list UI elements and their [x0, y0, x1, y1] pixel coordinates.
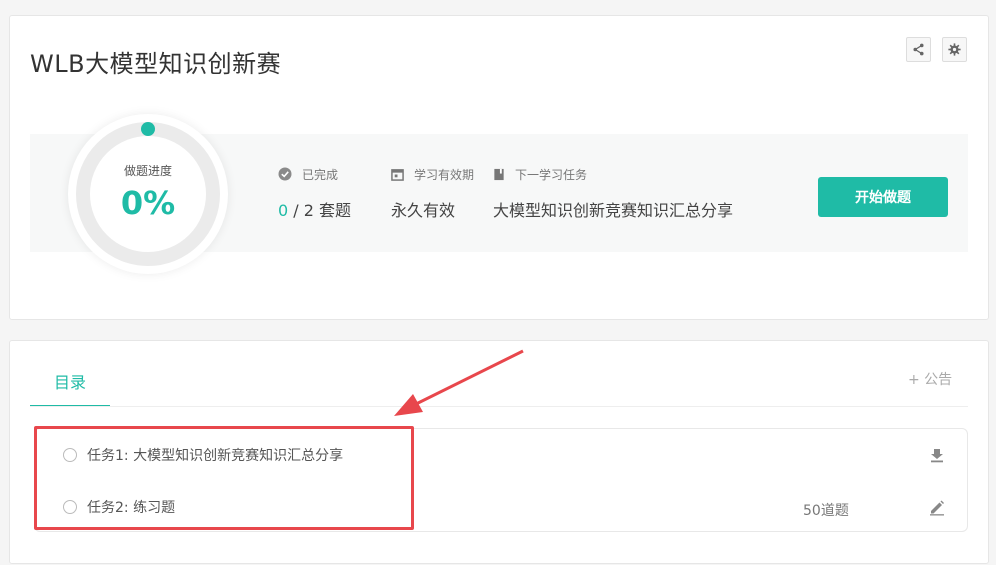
annotation-arrow-shaft: [409, 349, 524, 409]
task-title: 任务2: 练习题: [87, 500, 176, 516]
annotation-arrow-head: [394, 394, 423, 416]
page-title: WLB大模型知识创新赛: [30, 50, 282, 78]
task-title: 任务1: 大模型知识创新竞赛知识汇总分享: [87, 448, 344, 464]
task-question-count: 50道题: [803, 503, 849, 519]
stat-validity-label: 学习有效期: [414, 167, 475, 182]
stat-completed-label: 已完成: [302, 167, 339, 182]
progress-ring: 做题进度 0%: [68, 114, 228, 274]
validity-value: 永久有效: [391, 201, 456, 220]
stat-next-task-label: 下一学习任务: [515, 167, 588, 182]
progress-label: 做题进度: [123, 164, 172, 178]
check-circle-icon: [278, 167, 292, 181]
next-task-value: 大模型知识创新竞赛知识汇总分享: [493, 201, 734, 220]
edit-pencil-icon[interactable]: [928, 498, 946, 516]
gear-icon: [948, 43, 961, 56]
progress-ring-knob: [141, 122, 155, 136]
stat-next-task: 下一学习任务 大模型知识创新竞赛知识汇总分享: [493, 165, 733, 221]
task-status-radio[interactable]: [63, 500, 77, 514]
share-button[interactable]: [906, 37, 931, 62]
progress-value: 0%: [120, 184, 176, 222]
tab-catalog[interactable]: 目录: [30, 363, 110, 407]
task-list: 任务1: 大模型知识创新竞赛知识汇总分享 任务2: 练习题 50道题: [34, 428, 968, 532]
book-icon: [494, 168, 504, 180]
completed-total: / 2 套题: [288, 201, 352, 220]
stat-completed: 已完成 0 / 2 套题: [278, 165, 351, 221]
course-overview-card: WLB大模型知识创新赛 做题进度 0% 已完成 0 / 2 套题 学习有效期 永…: [9, 15, 989, 320]
download-icon[interactable]: [928, 446, 946, 464]
add-notice-link[interactable]: + 公告: [908, 369, 952, 389]
annotation-arrow: [394, 349, 524, 416]
task-status-radio[interactable]: [63, 448, 77, 462]
task-row[interactable]: 任务2: 练习题 50道题: [35, 487, 967, 527]
start-practice-button[interactable]: 开始做题: [818, 177, 948, 217]
completed-count: 0: [278, 201, 289, 220]
share-icon: [913, 43, 924, 56]
task-row[interactable]: 任务1: 大模型知识创新竞赛知识汇总分享: [35, 435, 967, 475]
calendar-icon: [391, 168, 404, 181]
settings-button[interactable]: [942, 37, 967, 62]
stat-validity: 学习有效期 永久有效: [391, 165, 474, 221]
